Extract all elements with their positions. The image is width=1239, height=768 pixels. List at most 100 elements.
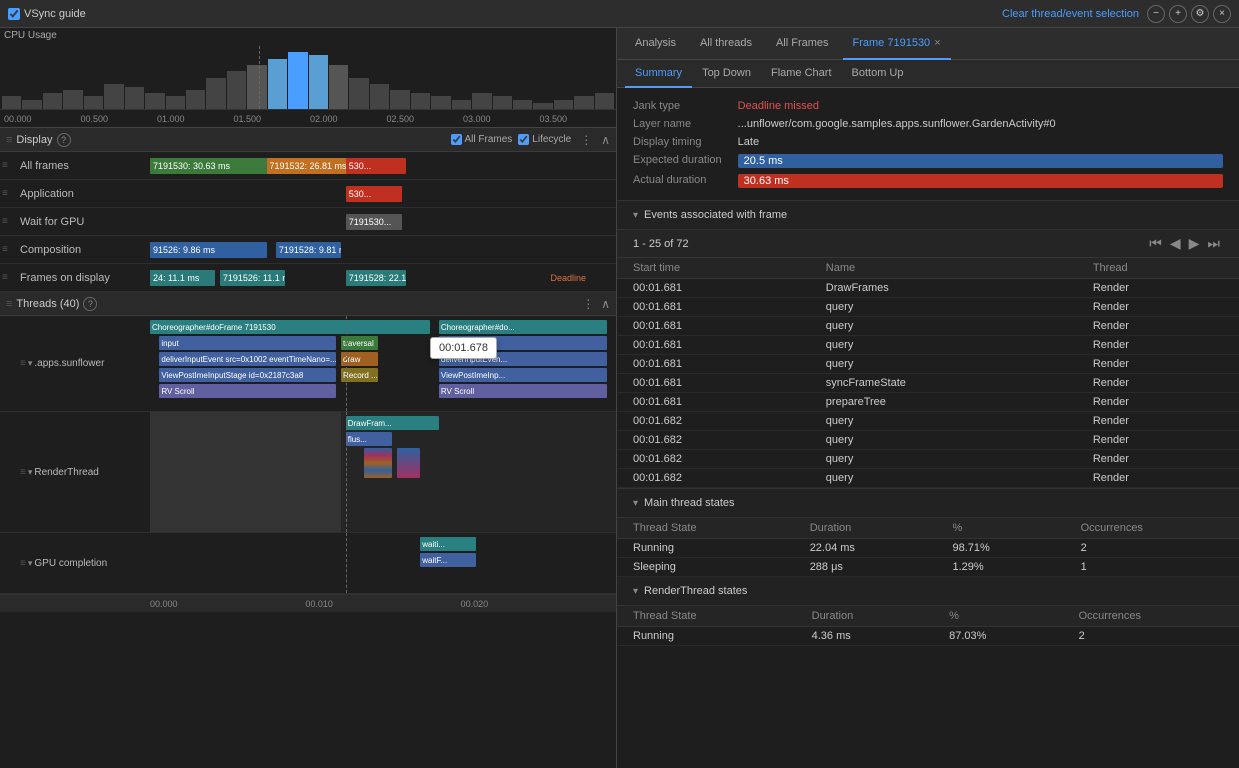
clear-selection-btn[interactable]: Clear thread/event selection: [1002, 8, 1139, 20]
sub-tab-flamechart[interactable]: Flame Chart: [761, 60, 842, 88]
threads-section-header: ≡ Threads (40) ? ⋮ ∧: [0, 292, 616, 316]
all-frames-row[interactable]: ≡ All frames 7191530: 30.63 ms 7191532: …: [0, 152, 616, 180]
ruler-3: 01.500: [234, 114, 311, 124]
event-row[interactable]: 00:01.682queryRender: [617, 431, 1239, 450]
display-help-icon[interactable]: ?: [57, 133, 71, 147]
application-row[interactable]: ≡ Application 530...: [0, 180, 616, 208]
timeline-area[interactable]: CPU Usage: [0, 28, 616, 128]
deadline-marker: Deadline: [550, 264, 586, 291]
event-row[interactable]: 00:01.681queryRender: [617, 355, 1239, 374]
bar-input-1: input: [159, 336, 336, 350]
thread-row-render: ≡ ▾ RenderThread DrawFram... flus...: [0, 412, 616, 533]
event-start: 00:01.682: [617, 469, 810, 488]
event-row[interactable]: 00:01.682queryRender: [617, 469, 1239, 488]
vline-render: [346, 412, 347, 532]
events-section: ▾ Events associated with frame 1 - 25 of…: [617, 201, 1239, 489]
state-name: Sleeping: [617, 558, 794, 577]
settings-btn[interactable]: ⚙: [1191, 5, 1209, 23]
composition-label: ≡ Composition: [0, 244, 150, 256]
all-frames-check[interactable]: All Frames: [451, 134, 513, 145]
thread-label-sunflower: ≡ ▾ .apps.sunflower: [0, 316, 150, 411]
event-start: 00:01.681: [617, 317, 810, 336]
gpu-bar: 7191530...: [346, 214, 402, 230]
minimize-btn[interactable]: −: [1147, 5, 1165, 23]
display-title: Display: [16, 134, 52, 146]
event-thread: Render: [1077, 374, 1239, 393]
bar-drawfram: DrawFram...: [346, 416, 439, 430]
bar-choreo-2: Choreographer#do...: [439, 320, 607, 334]
wait-gpu-row[interactable]: ≡ Wait for GPU 7191530...: [0, 208, 616, 236]
sub-tab-topdown[interactable]: Top Down: [692, 60, 761, 88]
composition-row[interactable]: ≡ Composition 91526: 9.86 ms 7191528: 9.…: [0, 236, 616, 264]
jank-type-value: Deadline missed: [738, 100, 1223, 112]
ruler-marks: 00.000 00.500 01.000 01.500 02.000 02.50…: [0, 114, 616, 124]
threads-more-btn[interactable]: ⋮: [579, 296, 597, 312]
rt-states-header[interactable]: ▾ RenderThread states: [617, 577, 1239, 606]
event-row[interactable]: 00:01.682queryRender: [617, 412, 1239, 431]
lifecycle-check[interactable]: Lifecycle: [518, 134, 571, 145]
tab-analysis[interactable]: Analysis: [625, 28, 686, 60]
event-row[interactable]: 00:01.681queryRender: [617, 298, 1239, 317]
display-more-btn[interactable]: ⋮: [577, 132, 595, 148]
events-title: Events associated with frame: [644, 209, 787, 221]
state-occ: 2: [1065, 539, 1239, 558]
cpu-bars: [0, 46, 616, 109]
rt-col-1: Duration: [796, 606, 933, 627]
event-row[interactable]: 00:01.681prepareTreeRender: [617, 393, 1239, 412]
vsync-checkbox[interactable]: [8, 8, 20, 20]
sub-tab-summary[interactable]: Summary: [625, 60, 692, 88]
gpu-drag-handle: ≡: [2, 216, 8, 227]
nav-last-btn[interactable]: ⏭: [1204, 234, 1223, 253]
threads-expand-btn[interactable]: ∧: [601, 296, 610, 312]
tab-all-threads[interactable]: All threads: [690, 28, 762, 60]
rt-col-2: %: [933, 606, 1063, 627]
main-layout: CPU Usage: [0, 28, 1239, 768]
event-row[interactable]: 00:01.681queryRender: [617, 317, 1239, 336]
frames-display-row[interactable]: ≡ Frames on display 24: 11.1 ms 7191526:…: [0, 264, 616, 292]
close-btn[interactable]: ×: [1213, 5, 1231, 23]
timeline-ruler: 00.000 00.500 01.000 01.500 02.000 02.50…: [0, 109, 616, 127]
events-header[interactable]: ▾ Events associated with frame: [617, 201, 1239, 230]
top-bar-icons: − + ⚙ ×: [1147, 5, 1231, 23]
event-row[interactable]: 00:01.681syncFrameStateRender: [617, 374, 1239, 393]
vsync-label: VSync guide: [24, 8, 86, 20]
thread-row-sunflower: ≡ ▾ .apps.sunflower Choreographer#doFram…: [0, 316, 616, 412]
event-start: 00:01.682: [617, 431, 810, 450]
rt-col-3: Occurrences: [1063, 606, 1239, 627]
event-start: 00:01.681: [617, 393, 810, 412]
nav-buttons: ⏮ ◀ ▶ ⏭: [1146, 234, 1223, 253]
expand-btn[interactable]: +: [1169, 5, 1187, 23]
summary-content: Jank type Deadline missed Layer name ...…: [617, 88, 1239, 768]
row-drag-handle: ≡: [2, 160, 8, 171]
display-timing-value: Late: [738, 136, 1223, 148]
event-name: query: [810, 431, 1077, 450]
threads-help-icon[interactable]: ?: [83, 297, 97, 311]
event-row[interactable]: 00:01.681DrawFramesRender: [617, 279, 1239, 298]
tab-frame-close[interactable]: ×: [934, 37, 940, 49]
nav-prev-btn[interactable]: ◀: [1167, 234, 1184, 253]
event-row[interactable]: 00:01.681queryRender: [617, 336, 1239, 355]
tab-frame[interactable]: Frame 7191530 ×: [843, 28, 951, 60]
display-expand-btn[interactable]: ∧: [601, 133, 610, 147]
comp-drag-handle: ≡: [2, 244, 8, 255]
event-row[interactable]: 00:01.682queryRender: [617, 450, 1239, 469]
display-controls: All Frames Lifecycle ⋮ ∧: [451, 132, 611, 148]
sub-tab-bottomup[interactable]: Bottom Up: [842, 60, 914, 88]
bar-deliver-1: deliverInputEvent src=0x1002 eventTimeNa…: [159, 352, 336, 366]
main-thread-states: ▾ Main thread states Thread State Durati…: [617, 489, 1239, 577]
main-states-table: Thread State Duration % Occurrences Runn…: [617, 518, 1239, 577]
sunflower-content[interactable]: Choreographer#doFrame 7191530 Choreograp…: [150, 316, 616, 411]
tab-all-frames[interactable]: All Frames: [766, 28, 839, 60]
nav-first-btn[interactable]: ⏮: [1146, 234, 1165, 253]
gpu-content[interactable]: waiti... waitF...: [150, 533, 616, 593]
event-name: query: [810, 412, 1077, 431]
frame-bar-red: 530...: [346, 158, 407, 174]
nav-next-btn[interactable]: ▶: [1186, 234, 1203, 253]
top-bar: VSync guide Clear thread/event selection…: [0, 0, 1239, 28]
event-start: 00:01.681: [617, 279, 810, 298]
renderthread-content[interactable]: DrawFram... flus...: [150, 412, 616, 532]
event-thread: Render: [1077, 469, 1239, 488]
vsync-guide: VSync guide: [8, 8, 86, 20]
main-states-header[interactable]: ▾ Main thread states: [617, 489, 1239, 518]
ms-col-1: Duration: [794, 518, 937, 539]
